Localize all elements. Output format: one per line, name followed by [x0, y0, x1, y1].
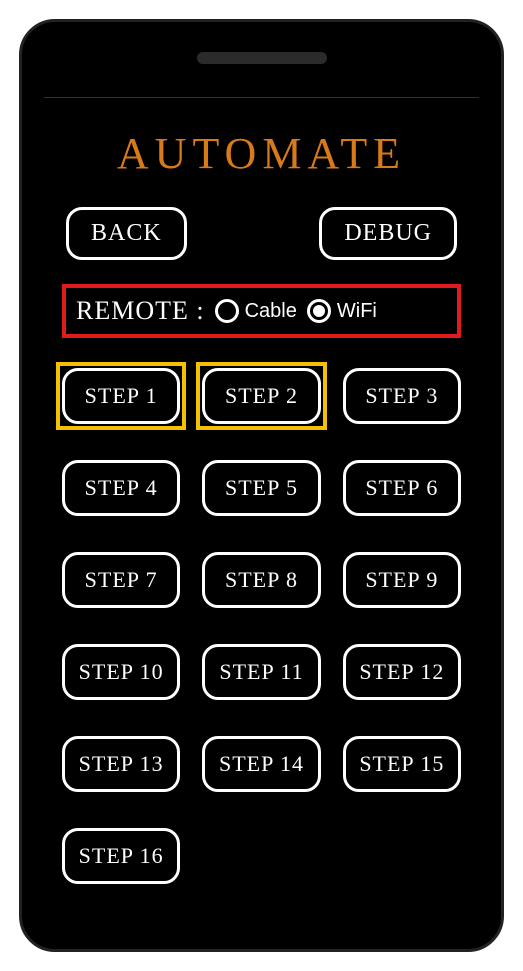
step-cell: STEP 1 — [62, 368, 180, 424]
back-button[interactable]: BACK — [66, 207, 187, 260]
debug-button[interactable]: DEBUG — [319, 207, 457, 260]
step-button-12[interactable]: STEP 12 — [343, 644, 461, 700]
radio-cable[interactable]: Cable — [215, 299, 297, 323]
step-cell: STEP 9 — [343, 552, 461, 608]
step-cell: STEP 14 — [202, 736, 320, 792]
step-cell: STEP 6 — [343, 460, 461, 516]
step-cell: STEP 10 — [62, 644, 180, 700]
step-cell: STEP 16 — [62, 828, 180, 884]
radio-wifi-label: WiFi — [337, 300, 377, 323]
step-cell: STEP 5 — [202, 460, 320, 516]
screen: AUTOMATE BACK DEBUG REMOTE : Cable WiFi … — [44, 97, 479, 921]
nav-row: BACK DEBUG — [66, 207, 457, 260]
step-button-9[interactable]: STEP 9 — [343, 552, 461, 608]
step-button-8[interactable]: STEP 8 — [202, 552, 320, 608]
step-cell: STEP 12 — [343, 644, 461, 700]
step-button-2[interactable]: STEP 2 — [202, 368, 320, 424]
step-button-10[interactable]: STEP 10 — [62, 644, 180, 700]
phone-frame: AUTOMATE BACK DEBUG REMOTE : Cable WiFi … — [19, 19, 504, 952]
step-cell: STEP 11 — [202, 644, 320, 700]
remote-label: REMOTE : — [76, 296, 205, 326]
radio-cable-label: Cable — [245, 300, 297, 323]
radio-wifi[interactable]: WiFi — [307, 299, 377, 323]
step-button-5[interactable]: STEP 5 — [202, 460, 320, 516]
step-cell: STEP 2 — [202, 368, 320, 424]
step-button-15[interactable]: STEP 15 — [343, 736, 461, 792]
step-cell: STEP 15 — [343, 736, 461, 792]
step-button-16[interactable]: STEP 16 — [62, 828, 180, 884]
step-button-4[interactable]: STEP 4 — [62, 460, 180, 516]
radio-dot-icon — [313, 305, 325, 317]
radio-on-icon — [307, 299, 331, 323]
phone-speaker — [197, 52, 327, 64]
step-cell: STEP 4 — [62, 460, 180, 516]
step-cell: STEP 7 — [62, 552, 180, 608]
radio-off-icon — [215, 299, 239, 323]
step-button-11[interactable]: STEP 11 — [202, 644, 320, 700]
step-button-6[interactable]: STEP 6 — [343, 460, 461, 516]
step-cell: STEP 13 — [62, 736, 180, 792]
step-button-13[interactable]: STEP 13 — [62, 736, 180, 792]
step-button-3[interactable]: STEP 3 — [343, 368, 461, 424]
step-button-7[interactable]: STEP 7 — [62, 552, 180, 608]
page-title: AUTOMATE — [44, 128, 479, 179]
steps-grid: STEP 1 STEP 2 STEP 3 STEP 4 STEP 5 STEP 6 STEP… — [62, 368, 461, 884]
step-cell: STEP 3 — [343, 368, 461, 424]
step-cell: STEP 8 — [202, 552, 320, 608]
remote-panel: REMOTE : Cable WiFi — [62, 284, 461, 338]
step-button-14[interactable]: STEP 14 — [202, 736, 320, 792]
step-button-1[interactable]: STEP 1 — [62, 368, 180, 424]
